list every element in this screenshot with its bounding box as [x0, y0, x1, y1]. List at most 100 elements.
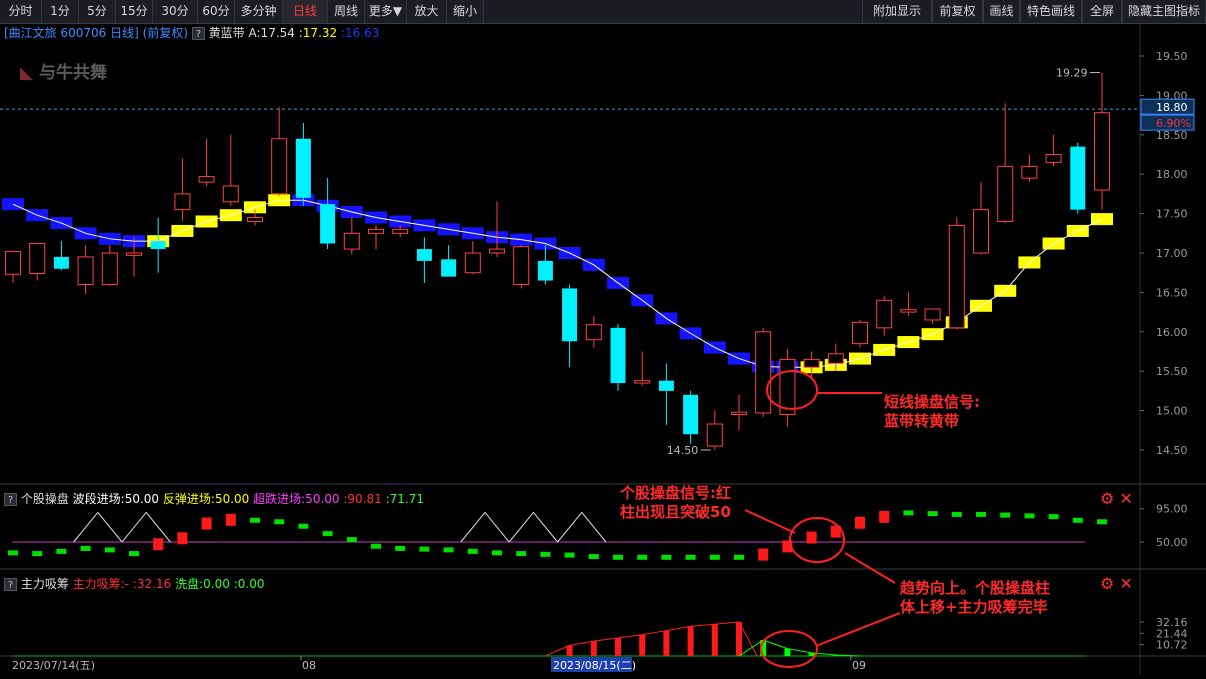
help-icon[interactable]: ?: [191, 27, 205, 40]
osc-bar: [879, 510, 890, 523]
osc-bar: [225, 513, 236, 526]
osc-bar: [322, 531, 333, 537]
annotation-line: 蓝带转黄带: [884, 412, 960, 430]
annotation-short-signal: 短线操盘信号: 蓝带转黄带: [884, 393, 980, 431]
osc-bar: [1072, 517, 1083, 523]
candle-body: [683, 394, 699, 435]
y-tick-label: 50.00: [1156, 536, 1188, 549]
candle-body: [416, 249, 432, 261]
candle-body: [464, 252, 481, 274]
period-tab-8[interactable]: 周线: [328, 0, 365, 23]
signal-triangle: [460, 511, 510, 543]
panel3-label2: :32.16: [132, 577, 172, 591]
help-icon[interactable]: ?: [4, 493, 17, 506]
y-tick-label: 10.72: [1156, 639, 1188, 652]
candle-body: [610, 327, 626, 384]
candle-body: [392, 228, 409, 234]
candle-body: [973, 209, 989, 254]
osc-bar: [927, 511, 938, 517]
period-tab-9[interactable]: 更多▼: [365, 0, 407, 23]
toolbar-option-5[interactable]: 隐藏主图指标: [1122, 0, 1206, 23]
candle-body: [585, 324, 602, 341]
pct-badge-text: 6.90%: [1156, 117, 1191, 130]
x-axis-label: 09: [852, 659, 866, 672]
close-icon[interactable]: ✕: [1119, 489, 1132, 508]
osc-bar: [685, 554, 696, 560]
period-tab-3[interactable]: 15分: [116, 0, 153, 23]
candle-body: [876, 299, 893, 329]
indicator-c: :16.63: [340, 26, 380, 40]
washout-line: [738, 639, 861, 657]
stock-title[interactable]: [曲江文旅 600706 日线]: [4, 26, 139, 40]
osc-bar: [734, 554, 744, 560]
candle-body: [198, 176, 215, 183]
candle-body: [489, 248, 505, 254]
osc-bar: [637, 554, 648, 560]
panel3-tools: ⚙ ✕: [1100, 576, 1133, 592]
accum-bar: [590, 641, 597, 656]
osc-bar: [855, 516, 865, 529]
panel2-name: 个股操盘: [20, 492, 69, 506]
osc-bar: [1000, 512, 1011, 518]
toolbar-option-0[interactable]: 附加显示: [862, 0, 932, 23]
panel2-label4: :90.81: [343, 492, 382, 506]
candle-body: [803, 358, 820, 368]
osc-bar: [8, 550, 18, 556]
period-tab-5[interactable]: 60分: [198, 0, 235, 23]
period-tab-2[interactable]: 5分: [79, 0, 116, 23]
close-icon[interactable]: ✕: [1119, 574, 1132, 593]
osc-bar: [346, 537, 357, 543]
main-panel-header: [曲江文旅 600706 日线] (前复权) ? 黄蓝带 A:17.54 :17…: [4, 26, 379, 40]
period-tab-1[interactable]: 1分: [42, 0, 79, 23]
panel2-header: ? 个股操盘 波段进场:50.00 反弹进场:50.00 超跌进场:50.00 …: [4, 492, 424, 506]
settings-gear-icon[interactable]: ⚙: [1100, 489, 1114, 508]
accum-line: [545, 621, 758, 657]
panel2-label1: 波段进场:50.00: [72, 492, 160, 506]
period-tab-7[interactable]: 日线: [283, 0, 328, 23]
osc-bar: [56, 548, 67, 554]
indicator-b: :17.32: [298, 26, 338, 40]
osc-bar: [758, 548, 769, 561]
accum-bar: [663, 630, 670, 656]
period-tab-0[interactable]: 分时: [0, 0, 42, 23]
adjust-label: (前复权): [142, 26, 189, 40]
panel2-label5: :71.71: [385, 492, 425, 506]
chart-area[interactable]: 19.50 19.00 18.50 18.00 17.50 17.00 16.50 16.00…: [0, 23, 1206, 675]
period-tab-6[interactable]: 多分钟: [235, 0, 283, 23]
candle-body: [271, 138, 288, 195]
period-toolbar: 分时 1分 5分 15分 30分 60分 多分钟 日线 周线 更多▼ 放大 缩小 附加显示 前复权 画线 特色…: [0, 0, 1206, 24]
candle-body: [77, 256, 94, 286]
osc-bar: [177, 532, 188, 545]
candle-body: [513, 246, 530, 286]
toolbar-option-1[interactable]: 前复权: [932, 0, 983, 23]
y-tick-label: 95.00: [1156, 503, 1188, 516]
annotation-stock-signal: 个股操盘信号:红 柱出现且突破50: [620, 484, 731, 522]
period-tab-11[interactable]: 缩小: [447, 0, 484, 23]
annotation-arrow: [815, 612, 901, 647]
period-tab-10[interactable]: 放大: [407, 0, 447, 23]
accum-bar: [687, 626, 694, 656]
candle-body: [368, 228, 384, 234]
toolbar-option-3[interactable]: 特色画线: [1020, 0, 1082, 23]
osc-bar: [492, 550, 502, 556]
candle-body: [997, 165, 1014, 222]
indicator-a: A:17.54: [248, 26, 295, 40]
candle-body: [827, 353, 844, 364]
toolbar-option-2[interactable]: 画线: [983, 0, 1020, 23]
settings-gear-icon[interactable]: ⚙: [1100, 574, 1114, 593]
accum-bar: [566, 645, 573, 656]
toolbar-option-4[interactable]: 全屏: [1082, 0, 1122, 23]
candle-body: [634, 380, 651, 384]
price-badge-text: 18.80: [1156, 101, 1188, 114]
osc-bar: [80, 545, 91, 551]
help-icon[interactable]: ?: [4, 578, 17, 591]
panel3-name: 主力吸筹: [20, 577, 69, 591]
candle-body: [658, 380, 674, 391]
osc-bar: [588, 554, 599, 560]
indicator-name: 黄蓝带: [208, 26, 245, 40]
osc-bar: [104, 547, 115, 553]
candle-body: [126, 252, 142, 256]
candle-body: [779, 358, 796, 416]
candle-body: [247, 217, 263, 222]
period-tab-4[interactable]: 30分: [153, 0, 198, 23]
